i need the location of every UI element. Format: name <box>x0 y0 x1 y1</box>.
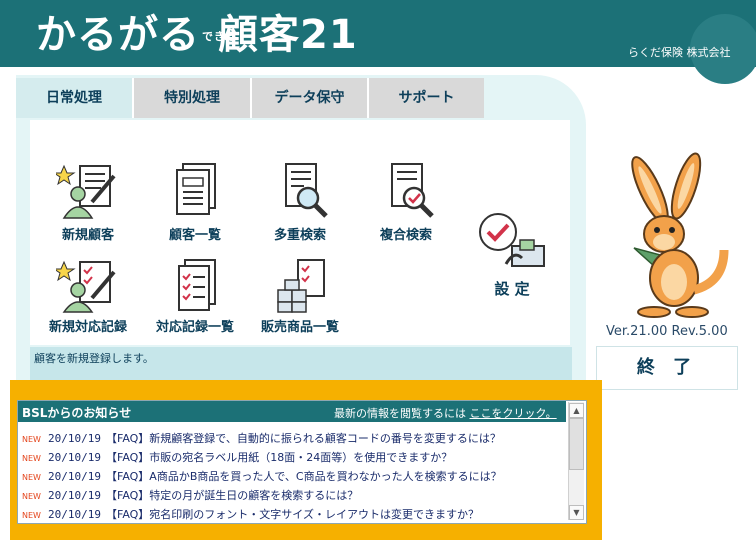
check-magnifier-icon <box>391 163 434 218</box>
scroll-up-icon[interactable]: ▲ <box>569 403 584 418</box>
news-text: 【FAQ】特定の月が誕生日の顧客を検索するには？ <box>106 489 359 502</box>
kangaroo-mascot-icon <box>631 152 729 318</box>
news-text: 【FAQ】宛名印刷のフォント・文字サイズ・レイアウトは変更できますか？ <box>106 508 479 521</box>
new-customer-button[interactable]: 新規顧客 <box>38 160 138 243</box>
boxes-icon <box>277 259 325 313</box>
app-title-end: 顧客21 <box>218 12 358 58</box>
customer-list-label: 顧客一覧 <box>168 228 221 243</box>
news-item[interactable]: NEW 20/10/19 【FAQ】新規顧客登録で、自動的に振られる顧客コードの番号… <box>22 427 501 447</box>
news-text: 【FAQ】新規顧客登録で、自動的に振られる顧客コードの番号を変更するには？ <box>106 432 501 445</box>
compound-search-label: 複合検索 <box>379 228 432 243</box>
product-list-button[interactable]: 販売商品一覧 <box>250 258 350 335</box>
multi-search-button[interactable]: 多重検索 <box>250 160 350 243</box>
record-list-label: 対応記録一覧 <box>155 320 234 335</box>
customer-list-icon <box>176 163 216 215</box>
news-title: BSLからのお知らせ <box>22 406 132 420</box>
news-link-prefix: 最新の情報を閲覧するには <box>334 407 466 420</box>
multi-search-label: 多重検索 <box>273 228 326 243</box>
version-text: Ver.21.00 Rev.5.00 <box>606 324 728 339</box>
compound-search-button[interactable]: 複合検索 <box>356 160 456 243</box>
app-title: かるがる できる顧客21 <box>36 10 358 60</box>
scroll-down-icon[interactable]: ▼ <box>569 505 584 520</box>
new-record-button[interactable]: 新規対応記録 <box>38 258 138 335</box>
news-link[interactable]: ここをクリック。 <box>470 407 557 420</box>
news-date: 20/10/19 <box>48 508 101 521</box>
new-record-icon <box>56 260 116 313</box>
settings-button[interactable]: 設 定 <box>462 210 562 299</box>
company-name: らくだ保険 株式会社 <box>628 46 731 59</box>
record-list-icon <box>178 259 216 311</box>
tab-daily[interactable]: 日常処理 <box>16 78 134 118</box>
news-item[interactable]: NEW 20/10/19 【FAQ】A商品かB商品を買った人で、C商品を買わなかった… <box>22 465 502 485</box>
new-customer-label: 新規顧客 <box>61 228 114 243</box>
settings-label: 設 定 <box>494 280 530 298</box>
news-item[interactable]: NEW 20/10/19 【FAQ】市販の宛名ラベル用紙（18面・24面等）を使用で… <box>22 446 452 466</box>
new-badge: NEW <box>22 511 41 520</box>
product-list-label: 販売商品一覧 <box>260 320 339 335</box>
new-customer-icon <box>56 164 116 219</box>
tab-data-maintenance[interactable]: データ保守 <box>252 78 369 118</box>
new-record-label: 新規対応記録 <box>48 320 127 335</box>
app-title-small: できる <box>202 30 238 43</box>
exit-button[interactable]: 終 了 <box>596 346 738 390</box>
news-text: 【FAQ】市販の宛名ラベル用紙（18面・24面等）を使用できますか？ <box>106 451 453 464</box>
app-title-main: かるがる <box>36 12 200 58</box>
scroll-thumb[interactable] <box>569 418 584 470</box>
tab-support[interactable]: サポート <box>369 78 484 118</box>
news-item[interactable]: NEW 20/10/19 【FAQ】宛名印刷のフォント・文字サイズ・レイアウトは変更… <box>22 503 479 523</box>
magnifier-icon <box>285 163 328 218</box>
news-link-row: 最新の情報を閲覧するには ここをクリック。 <box>334 405 557 421</box>
news-text: 【FAQ】A商品かB商品を買った人で、C商品を買わなかった人を検索するには？ <box>106 470 502 483</box>
record-list-button[interactable]: 対応記録一覧 <box>145 258 245 335</box>
settings-icon <box>479 213 545 267</box>
tab-special[interactable]: 特別処理 <box>134 78 252 118</box>
status-text: 顧客を新規登録します。 <box>34 352 154 365</box>
customer-list-button[interactable]: 顧客一覧 <box>145 160 245 243</box>
news-item[interactable]: NEW 20/10/19 【FAQ】特定の月が誕生日の顧客を検索するには？ <box>22 484 358 504</box>
